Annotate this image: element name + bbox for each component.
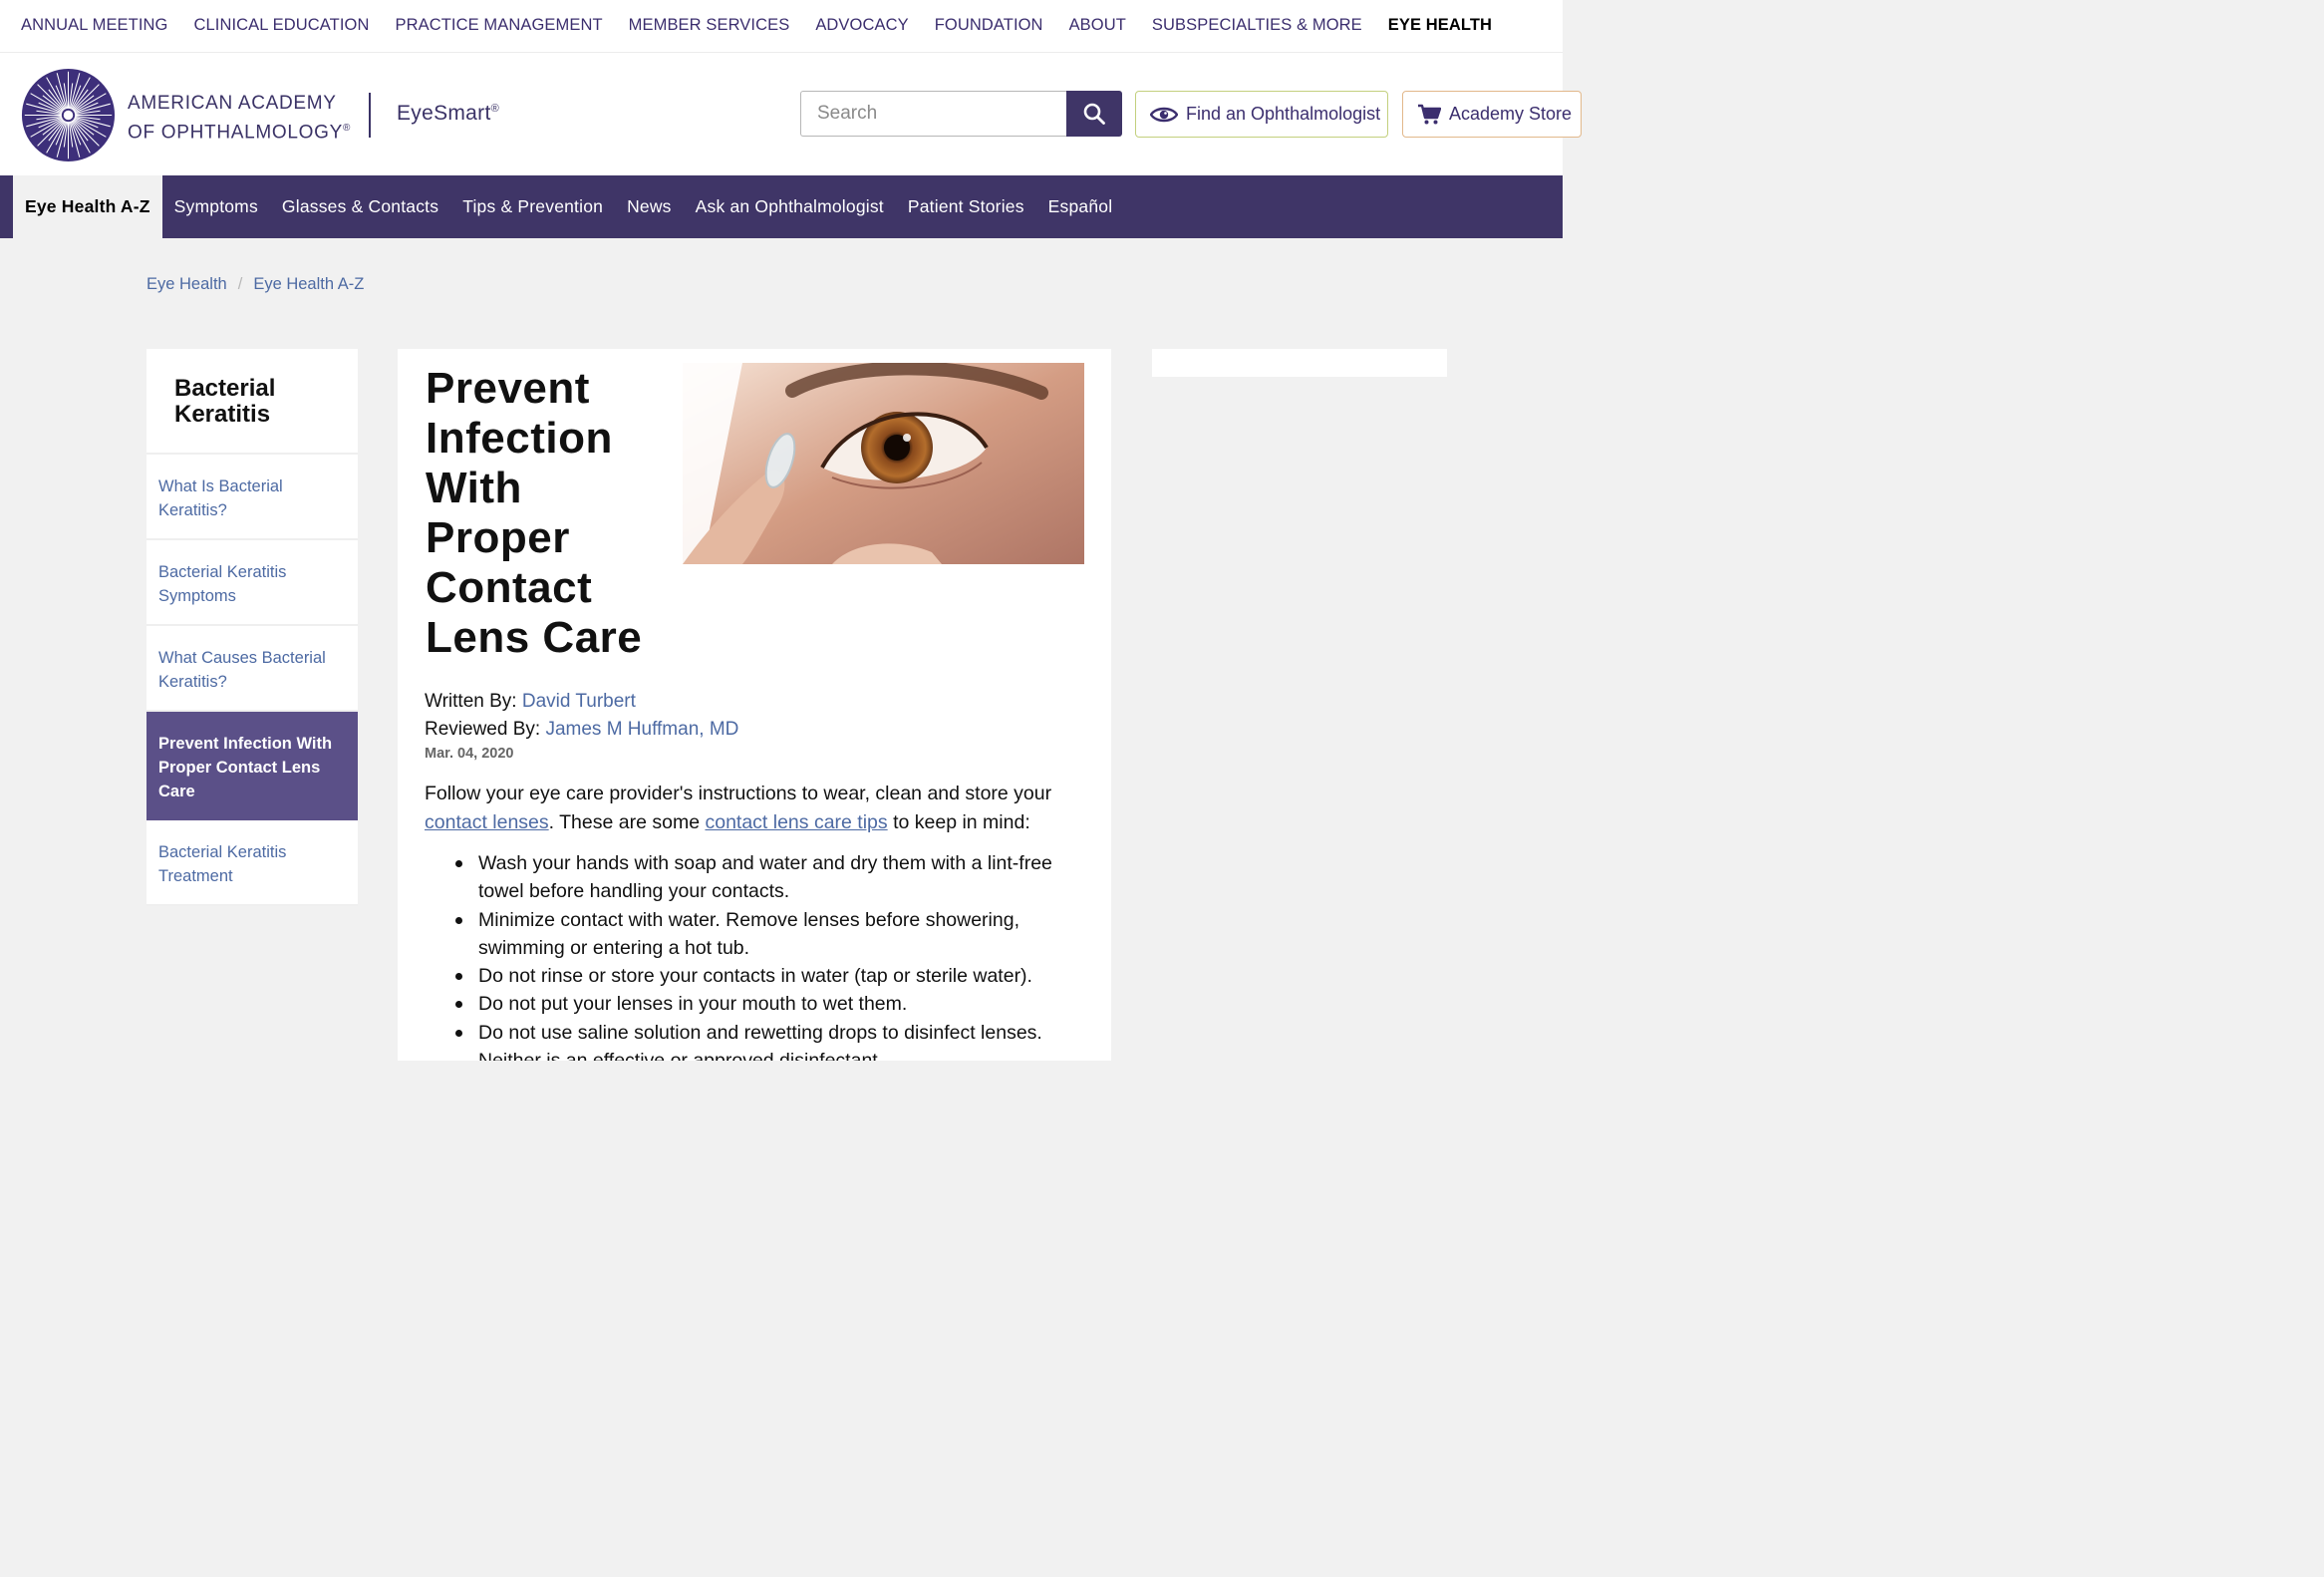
logo-line-2: OF OPHTHALMOLOGY bbox=[128, 122, 344, 144]
search-input[interactable] bbox=[800, 91, 1067, 137]
written-by-line: Written By: David Turbert bbox=[425, 688, 738, 716]
list-item: Do not put your lenses in your mouth to … bbox=[425, 990, 1092, 1018]
contact-lens-eye-illustration bbox=[683, 363, 1084, 564]
breadcrumb-eye-health[interactable]: Eye Health bbox=[146, 275, 227, 294]
list-item: Do not rinse or store your contacts in w… bbox=[425, 962, 1092, 990]
care-tips-list: Wash your hands with soap and water and … bbox=[425, 849, 1092, 1061]
intro-text-3: to keep in mind: bbox=[887, 810, 1030, 833]
main-nav-list: Eye Health A-Z Symptoms Glasses & Contac… bbox=[0, 175, 1563, 238]
eyesmart-brand[interactable]: EyeSmart® bbox=[397, 102, 499, 126]
reviewed-by-label: Reviewed By: bbox=[425, 719, 541, 740]
utility-link-practice-management[interactable]: PRACTICE MANAGEMENT bbox=[395, 16, 602, 35]
reviewer-link[interactable]: James M Huffman, MD bbox=[545, 719, 738, 740]
find-ophthalmologist-label: Find an Ophthalmologist bbox=[1186, 104, 1381, 124]
contact-lenses-link[interactable]: contact lenses bbox=[425, 811, 549, 833]
logo-line-1: AMERICAN ACADEMY bbox=[128, 93, 337, 114]
article-intro: Follow your eye care provider's instruct… bbox=[425, 780, 1092, 836]
intro-text-1: Follow your eye care provider's instruct… bbox=[425, 783, 1052, 804]
site-header: AMERICAN ACADEMY OF OPHTHALMOLOGY® EyeSm… bbox=[0, 53, 1582, 175]
list-item: Wash your hands with soap and water and … bbox=[425, 849, 1092, 906]
eye-icon bbox=[1150, 107, 1178, 122]
article-card: Prevent Infection With Proper Contact Le… bbox=[398, 349, 1111, 1061]
nav-patient-stories[interactable]: Patient Stories bbox=[896, 175, 1036, 238]
contact-lens-care-tips-link[interactable]: contact lens care tips bbox=[705, 811, 887, 833]
utility-bar: ANNUAL MEETING CLINICAL EDUCATION PRACTI… bbox=[0, 0, 1563, 53]
sidebar-item-prevent-infection[interactable]: Prevent Infection With Proper Contact Le… bbox=[146, 712, 358, 820]
starburst-logo-icon[interactable] bbox=[21, 68, 116, 162]
article-title: Prevent Infection With Proper Contact Le… bbox=[426, 364, 643, 662]
breadcrumb: Eye Health / Eye Health A-Z bbox=[146, 275, 364, 294]
nav-glasses-contacts[interactable]: Glasses & Contacts bbox=[270, 175, 450, 238]
cart-icon bbox=[1418, 104, 1441, 124]
utility-link-about[interactable]: ABOUT bbox=[1069, 16, 1126, 35]
breadcrumb-eye-health-a-z[interactable]: Eye Health A-Z bbox=[253, 275, 364, 294]
nav-eye-health-a-z[interactable]: Eye Health A-Z bbox=[13, 175, 162, 238]
utility-nav: ANNUAL MEETING CLINICAL EDUCATION PRACTI… bbox=[0, 0, 1563, 50]
author-link[interactable]: David Turbert bbox=[522, 691, 636, 712]
search-icon bbox=[1083, 103, 1105, 125]
nav-news[interactable]: News bbox=[615, 175, 684, 238]
academy-wordmark[interactable]: AMERICAN ACADEMY OF OPHTHALMOLOGY® bbox=[128, 91, 351, 145]
eyesmart-label: EyeSmart bbox=[397, 102, 491, 125]
sidebar-item-causes[interactable]: What Causes Bacterial Keratitis? bbox=[146, 626, 358, 712]
nav-espanol[interactable]: Español bbox=[1036, 175, 1125, 238]
sidebar-item-symptoms[interactable]: Bacterial Keratitis Symptoms bbox=[146, 540, 358, 626]
article-credits: Written By: David Turbert Reviewed By: J… bbox=[425, 688, 738, 744]
nav-ask-ophthalmologist[interactable]: Ask an Ophthalmologist bbox=[684, 175, 896, 238]
utility-link-member-services[interactable]: MEMBER SERVICES bbox=[629, 16, 790, 35]
logo-divider bbox=[369, 93, 371, 138]
nav-tips-prevention[interactable]: Tips & Prevention bbox=[450, 175, 615, 238]
list-item: Do not use saline solution and rewetting… bbox=[425, 1019, 1092, 1061]
sidebar-item-what-is[interactable]: What Is Bacterial Keratitis? bbox=[146, 455, 358, 540]
nav-symptoms[interactable]: Symptoms bbox=[162, 175, 270, 238]
academy-store-button[interactable]: Academy Store bbox=[1402, 91, 1582, 138]
intro-text-2: . These are some bbox=[548, 810, 706, 833]
contact-lens-photo bbox=[683, 363, 1084, 564]
main-nav: Eye Health A-Z Symptoms Glasses & Contac… bbox=[0, 175, 1563, 238]
reviewed-by-line: Reviewed By: James M Huffman, MD bbox=[425, 716, 738, 744]
article-date: Mar. 04, 2020 bbox=[425, 746, 514, 762]
utility-link-annual-meeting[interactable]: ANNUAL MEETING bbox=[21, 16, 167, 35]
right-rail-panel bbox=[1152, 349, 1447, 377]
eyesmart-registered-mark: ® bbox=[490, 103, 499, 115]
utility-link-advocacy[interactable]: ADVOCACY bbox=[815, 16, 908, 35]
academy-store-label: Academy Store bbox=[1449, 104, 1573, 124]
find-ophthalmologist-button[interactable]: Find an Ophthalmologist bbox=[1135, 91, 1388, 138]
sidebar-item-treatment[interactable]: Bacterial Keratitis Treatment bbox=[146, 820, 358, 906]
topic-sidebar: Bacterial Keratitis What Is Bacterial Ke… bbox=[146, 349, 358, 906]
utility-link-eye-health[interactable]: EYE HEALTH bbox=[1388, 16, 1492, 35]
written-by-label: Written By: bbox=[425, 691, 517, 712]
utility-link-clinical-education[interactable]: CLINICAL EDUCATION bbox=[193, 16, 369, 35]
logo-registered-mark: ® bbox=[343, 123, 352, 134]
search-button[interactable] bbox=[1066, 91, 1122, 137]
sidebar-title: Bacterial Keratitis bbox=[146, 349, 358, 455]
breadcrumb-separator: / bbox=[237, 275, 243, 293]
utility-link-foundation[interactable]: FOUNDATION bbox=[935, 16, 1043, 35]
utility-link-subspecialties[interactable]: SUBSPECIALTIES & MORE bbox=[1152, 16, 1362, 35]
list-item: Minimize contact with water. Remove lens… bbox=[425, 906, 1092, 963]
